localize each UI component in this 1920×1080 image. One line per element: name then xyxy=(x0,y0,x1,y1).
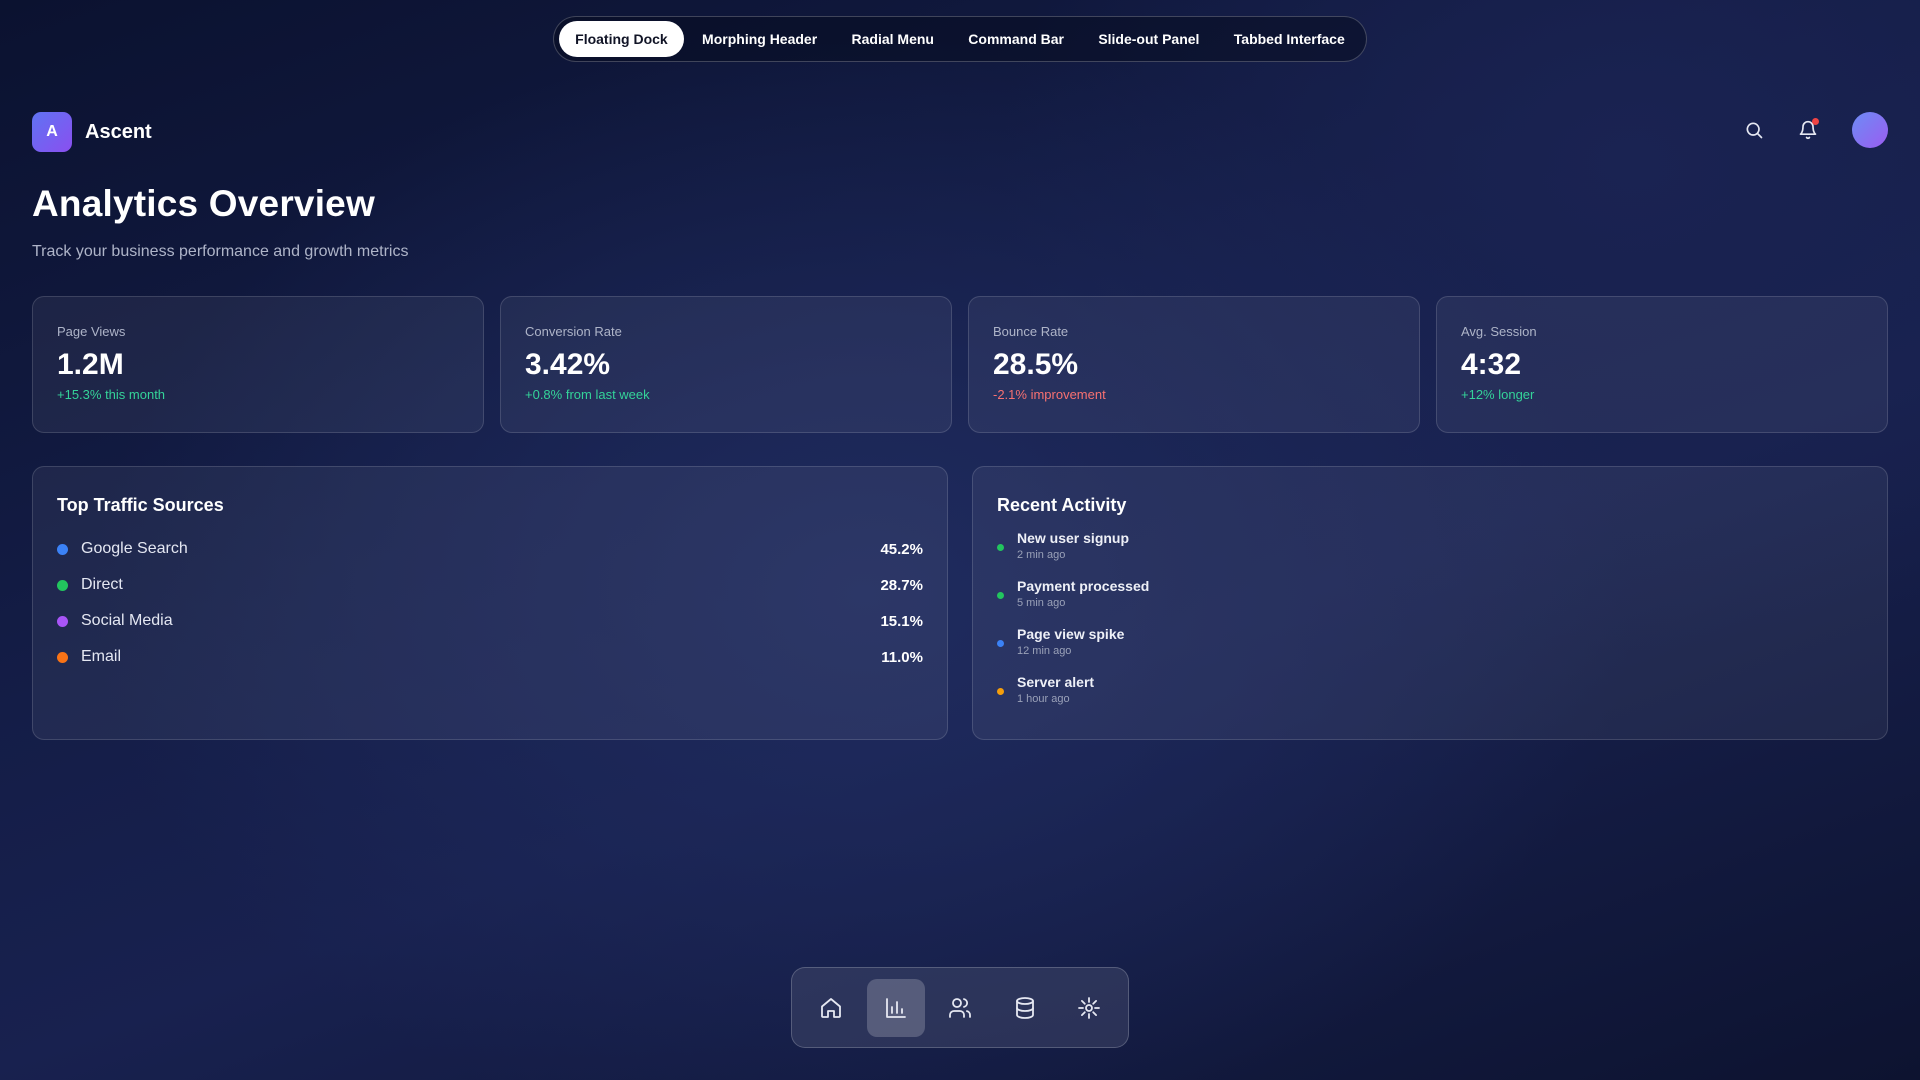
dock-users-button[interactable] xyxy=(931,979,989,1037)
activity-status-dot xyxy=(997,544,1004,551)
source-percentage: 45.2% xyxy=(880,540,923,558)
activity-time: 2 min ago xyxy=(1017,549,1066,561)
stat-value: 3.42% xyxy=(525,348,611,381)
stat-card-page-views: Page Views 1.2M +15.3% this month xyxy=(32,296,484,433)
brand-logo: A xyxy=(32,112,72,152)
search-button[interactable] xyxy=(1738,114,1770,146)
page-subtitle: Track your business performance and grow… xyxy=(32,243,409,260)
recent-activity-panel: Recent Activity New user signup 2 min ag… xyxy=(972,466,1888,740)
stat-label: Bounce Rate xyxy=(993,324,1069,339)
tab-command-bar[interactable]: Command Bar xyxy=(952,21,1080,57)
traffic-sources-list: Google Search 45.2% Direct 28.7% Social … xyxy=(57,531,923,675)
floating-dock xyxy=(791,967,1129,1048)
stats-row: Page Views 1.2M +15.3% this month Conver… xyxy=(32,296,1888,433)
stat-card-avg-session: Avg. Session 4:32 +12% longer xyxy=(1436,296,1888,433)
users-icon xyxy=(949,997,971,1018)
tab-slide-out-panel[interactable]: Slide-out Panel xyxy=(1082,21,1215,57)
activity-status-dot xyxy=(997,688,1004,695)
stat-change: +15.3% this month xyxy=(57,387,166,402)
source-name: Google Search xyxy=(81,540,188,557)
list-item: Payment processed 5 min ago xyxy=(997,578,1863,626)
database-icon xyxy=(1015,996,1034,1019)
dock-database-button[interactable] xyxy=(996,979,1054,1037)
dock-analytics-button[interactable] xyxy=(866,978,925,1037)
tab-radial-menu[interactable]: Radial Menu xyxy=(836,21,950,57)
notifications-button[interactable] xyxy=(1792,114,1824,146)
source-percentage: 11.0% xyxy=(881,648,923,666)
panel-title: Recent Activity xyxy=(997,495,1127,515)
source-name: Email xyxy=(81,648,122,665)
list-item: New user signup 2 min ago xyxy=(997,530,1863,578)
activity-title: New user signup xyxy=(1017,530,1130,546)
stat-change: +0.8% from last week xyxy=(525,387,650,402)
activity-time: 1 hour ago xyxy=(1017,693,1070,705)
list-item: Google Search 45.2% xyxy=(57,531,923,567)
panel-title: Top Traffic Sources xyxy=(57,495,224,515)
top-tab-bar: Floating Dock Morphing Header Radial Men… xyxy=(553,16,1367,62)
avatar[interactable] xyxy=(1852,112,1888,148)
source-color-dot xyxy=(57,543,68,555)
tab-morphing-header[interactable]: Morphing Header xyxy=(686,21,833,57)
tab-floating-dock[interactable]: Floating Dock xyxy=(559,21,684,57)
source-percentage: 28.7% xyxy=(880,576,923,594)
activity-title: Page view spike xyxy=(1017,626,1125,642)
stat-change: -2.1% improvement xyxy=(993,387,1106,402)
list-item: Email 11.0% xyxy=(57,639,923,675)
tab-tabbed-interface[interactable]: Tabbed Interface xyxy=(1218,21,1361,57)
stat-value: 4:32 xyxy=(1461,348,1522,381)
header-actions xyxy=(1738,112,1888,148)
source-color-dot xyxy=(57,615,68,627)
dock-settings-button[interactable] xyxy=(1060,979,1118,1037)
traffic-sources-panel: Top Traffic Sources Google Search 45.2% … xyxy=(32,466,948,740)
list-item: Direct 28.7% xyxy=(57,567,923,603)
stat-label: Page Views xyxy=(57,324,126,339)
home-icon xyxy=(821,997,841,1018)
activity-title: Payment processed xyxy=(1017,578,1150,594)
bar-chart-icon xyxy=(885,997,906,1018)
activity-time: 5 min ago xyxy=(1017,597,1066,609)
page-title: Analytics Overview xyxy=(32,183,375,224)
activity-list: New user signup 2 min ago Payment proces… xyxy=(997,530,1863,722)
list-item: Server alert 1 hour ago xyxy=(997,674,1863,722)
source-name: Direct xyxy=(81,576,123,593)
activity-status-dot xyxy=(997,592,1004,599)
stat-change: +12% longer xyxy=(1461,387,1535,402)
activity-title: Server alert xyxy=(1017,674,1095,690)
source-name: Social Media xyxy=(81,612,173,629)
stat-card-bounce-rate: Bounce Rate 28.5% -2.1% improvement xyxy=(968,296,1420,433)
stat-value: 28.5% xyxy=(993,348,1079,381)
notification-dot xyxy=(1812,118,1819,125)
activity-status-dot xyxy=(997,640,1004,647)
source-color-dot xyxy=(57,579,68,591)
source-percentage: 15.1% xyxy=(880,612,923,630)
brand[interactable]: A Ascent xyxy=(32,112,152,152)
list-item: Page view spike 12 min ago xyxy=(997,626,1863,674)
settings-icon xyxy=(1078,996,1100,1019)
activity-time: 12 min ago xyxy=(1017,645,1072,657)
source-color-dot xyxy=(57,651,68,663)
list-item: Social Media 15.1% xyxy=(57,603,923,639)
stat-card-conversion-rate: Conversion Rate 3.42% +0.8% from last we… xyxy=(500,296,952,433)
search-icon xyxy=(1746,122,1763,139)
stat-label: Avg. Session xyxy=(1461,324,1537,339)
stat-value: 1.2M xyxy=(57,348,124,381)
brand-name: Ascent xyxy=(85,120,152,143)
stat-label: Conversion Rate xyxy=(525,324,622,339)
dock-home-button[interactable] xyxy=(802,979,860,1037)
